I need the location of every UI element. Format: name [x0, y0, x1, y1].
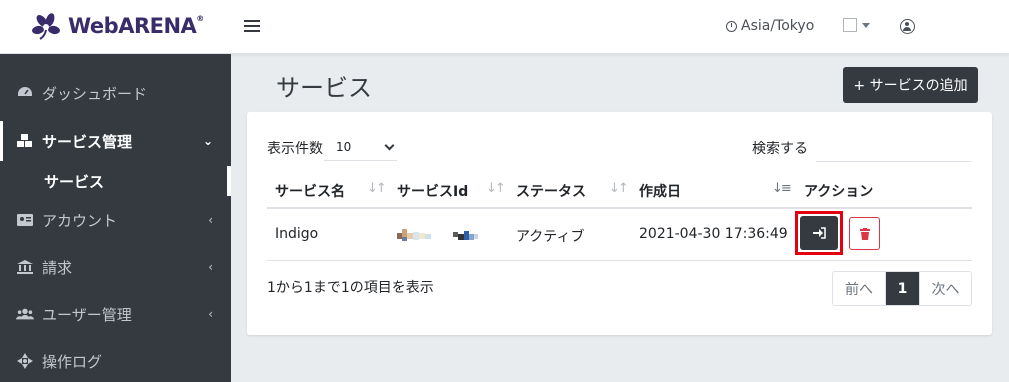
delete-button[interactable] [849, 217, 880, 250]
redacted-id-image [397, 229, 431, 241]
chevron-left-icon: ‹ [208, 307, 213, 321]
services-card: 表示件数 10 検索する サービス名 ↓↑ サービスId ↓↑ ステータス ↓↑… [247, 112, 992, 335]
active-indicator [227, 166, 231, 196]
sidebar-subitem-service[interactable]: サービス [0, 166, 231, 196]
search-input[interactable] [816, 132, 971, 162]
column-header-service-id[interactable]: サービスId [397, 181, 468, 201]
bank-icon [16, 259, 34, 275]
sort-desc-icon[interactable]: ↓≡ [772, 181, 792, 196]
length-label: 表示件数 [267, 141, 323, 157]
column-header-created[interactable]: 作成日 [639, 181, 681, 201]
length-value: 10 [336, 140, 352, 154]
chevron-left-icon: ‹ [208, 260, 213, 274]
sidebar-item-account[interactable]: アカウント ‹ [0, 200, 231, 240]
service-name-cell: Indigo [275, 226, 319, 242]
sort-icon[interactable]: ↓↑ [486, 181, 506, 196]
caret-down-icon [862, 22, 870, 28]
add-service-button[interactable]: + サービスの追加 [843, 67, 978, 103]
sidebar-item-label: サービス管理 [42, 132, 133, 151]
pagination: 前へ 1 次へ [832, 271, 972, 306]
menu-toggle-icon[interactable] [244, 17, 260, 37]
table-header: サービス名 ↓↑ サービスId ↓↑ ステータス ↓↑ 作成日 ↓≡ アクション [267, 171, 972, 209]
flag-icon [843, 18, 857, 32]
id-card-icon [16, 212, 34, 228]
column-header-status[interactable]: ステータス [516, 181, 586, 201]
sort-icon[interactable]: ↓↑ [609, 181, 629, 196]
created-date-cell: 2021-04-30 17:36:49 [639, 226, 788, 242]
chevron-left-icon: ‹ [208, 213, 213, 227]
table-row: Indigo アクティブ 2021-04-30 17:36:49 [267, 209, 972, 261]
crosshairs-icon [16, 353, 34, 369]
pagination-page-1[interactable]: 1 [886, 272, 919, 305]
sign-in-icon [813, 227, 826, 239]
chevron-down-icon [384, 140, 395, 151]
sidebar-item-label: 操作ログ [42, 352, 103, 371]
pagination-prev[interactable]: 前へ [833, 272, 886, 305]
table-info: 1から1まで1の項目を表示 [267, 280, 434, 296]
dashboard-icon [16, 85, 34, 101]
column-header-action: アクション [804, 184, 874, 200]
sidebar-item-billing[interactable]: 請求 ‹ [0, 247, 231, 287]
sidebar-item-label: ユーザー管理 [42, 305, 132, 324]
sidebar-item-label: サービス [44, 172, 105, 191]
page-title: サービス [276, 74, 372, 102]
sidebar-item-label: 請求 [42, 258, 73, 277]
sidebar-item-label: アカウント [42, 211, 118, 230]
sidebar: ダッシュボード サービス管理 ⌄ サービス アカウント ‹ 請求 ‹ ユーザー管… [0, 54, 231, 382]
pagination-next[interactable]: 次へ [919, 272, 971, 305]
cubes-icon [16, 133, 34, 149]
search-label: 検索する [752, 141, 808, 157]
chevron-down-icon: ⌄ [202, 134, 213, 148]
length-select[interactable]: 10 [324, 133, 397, 161]
sidebar-item-label: ダッシュボード [42, 84, 148, 103]
timezone-indicator[interactable]: Asia/Tokyo [726, 18, 814, 34]
brand-name: WebARENA® [68, 14, 204, 38]
redacted-id-image [453, 231, 478, 240]
sidebar-item-dashboard[interactable]: ダッシュボード [0, 73, 231, 113]
sidebar-item-user-management[interactable]: ユーザー管理 ‹ [0, 294, 231, 334]
column-header-service-name[interactable]: サービス名 [275, 181, 345, 201]
clock-icon [726, 20, 737, 32]
trash-icon [859, 227, 870, 240]
top-navbar: WebARENA® Asia/Tokyo [0, 0, 1009, 54]
language-dropdown[interactable] [843, 18, 870, 32]
sidebar-item-service-management[interactable]: サービス管理 ⌄ [0, 121, 231, 161]
timezone-label: Asia/Tokyo [741, 18, 815, 34]
brand-logo[interactable]: WebARENA® [28, 10, 208, 42]
flower-logo-icon [32, 13, 60, 40]
sidebar-item-operation-log[interactable]: 操作ログ [0, 341, 231, 381]
sort-icon[interactable]: ↓↑ [367, 181, 387, 196]
users-icon [16, 306, 34, 322]
status-cell: アクティブ [516, 229, 585, 245]
login-button[interactable] [800, 216, 838, 250]
user-icon[interactable] [900, 19, 915, 34]
